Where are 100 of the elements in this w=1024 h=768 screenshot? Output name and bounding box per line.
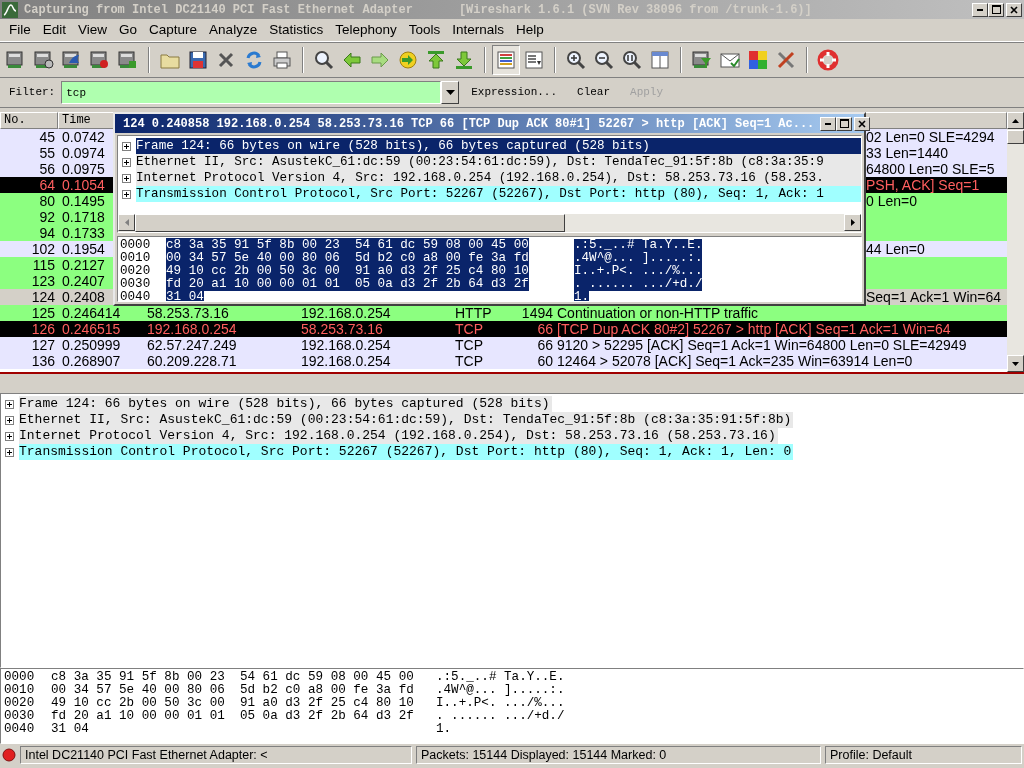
scrollbar-thumb[interactable] [1007,130,1024,144]
scroll-up-button[interactable] [1007,112,1024,129]
table-cell: 0.2407 [62,273,105,289]
tree-item[interactable]: Transmission Control Protocol, Src Port: 52267 (52267), Dst Port: http (80), Seq: 1, Ack: 1, Len: 0 [19,444,794,460]
tree-item[interactable]: Frame 124: 66 bytes on wire (528 bits), 66 bytes captured (528 bits) [136,138,861,154]
packet-row[interactable]: 136 0.268907 60.209.228.71 192.168.0.254 TCP 60 12464 > 52078 [ACK] Seq=1 Ack=235 Win=63914 Len=0 [0,353,1007,369]
table-cell: TCP [455,353,483,369]
tree-item[interactable]: Internet Protocol Version 4, Src: 192.168.0.254 (192.168.0.254), Dst: 58.253.73.16 (58.253.73.16) [19,428,778,444]
byte-offset: 0040 [120,290,151,301]
table-cell: TCP [455,337,483,353]
tree-item[interactable]: Internet Protocol Version 4, Src: 192.168.0.254 (192.168.0.254), Dst: 58.253.73.16 (58.253. [136,170,861,186]
close-button[interactable] [854,116,871,131]
status-dot-icon[interactable] [2,748,16,762]
ascii-text: .4W^@... ].....:. [574,252,703,265]
byte-offset: 0020 [4,696,35,710]
ascii-text: 1. [436,723,452,736]
maximize-button[interactable] [988,2,1004,17]
table-cell: 0.1718 [62,209,105,225]
table-cell: 0.2408 [62,289,105,305]
menu-item[interactable]: Telephony [329,19,403,41]
table-cell: 115 [32,257,55,273]
table-cell: 0.1495 [62,193,105,209]
table-cell: 58.253.73.16 [147,305,229,321]
expand-icon[interactable] [5,431,14,441]
expand-icon[interactable] [122,173,131,183]
menu-item[interactable]: Go [113,19,144,41]
status-text: Profile: Default [825,746,1022,764]
expand-icon[interactable] [5,399,14,409]
menu-item[interactable]: Help [510,19,550,41]
expand-icon[interactable] [122,157,131,167]
tree-item[interactable]: Ethernet II, Src: AsustekC_61:dc:59 (00:23:54:61:dc:59), Dst: TendaTec_91:5f:8b (c8:3a:35:91:5f:8b) [19,412,794,428]
clear-button[interactable]: Clear [569,82,619,103]
table-cell: 0.1954 [62,241,105,257]
table-cell: 0.1054 [62,177,105,193]
status-text: Packets: 15144 Displayed: 15144 Marked: 0 [416,746,821,764]
ascii-text: I..+.P<. .../%... [574,265,703,278]
table-cell: 66 [537,337,553,353]
expression-button[interactable]: Expression... [463,82,566,103]
table-cell: 12464 > 52078 [ACK] Seq=1 Ack=235 Win=63914 Len=0 [557,353,913,369]
scrollbar-thumb[interactable] [135,214,565,232]
filter-field[interactable]: tcp [61,81,442,104]
close-icon [1010,5,1018,14]
maximize-button[interactable] [836,116,853,131]
table-cell: 64 [39,177,55,193]
status-text: Intel DC21140 PCI Fast Ethernet Adapter: < [20,746,412,764]
byte-offset: 0010 [120,251,151,265]
scroll-down-button[interactable] [1007,355,1024,372]
menu-item[interactable]: Internals [446,19,510,41]
table-cell: 136 [31,353,55,369]
table-cell: 126 [31,321,55,337]
hex-bytes: 00 34 57 5e 40 00 80 06 5d b2 c0 a8 00 fe 3a fd [166,251,529,265]
minimize-button[interactable] [972,2,988,17]
table-cell: PSH, ACK] Seq=1 [866,177,980,193]
close-button[interactable] [1006,2,1022,17]
packet-row[interactable]: 125 0.246414 58.253.73.16 192.168.0.254 HTTP 1494 Continuation or non-HTTP traffic [0,305,1007,321]
table-cell: Continuation or non-HTTP traffic [557,305,759,321]
table-cell: 60 [537,353,553,369]
menu-item[interactable]: Statistics [263,19,330,41]
expand-icon[interactable] [122,141,131,151]
table-cell: 0.250999 [62,337,121,353]
window-title: 124 0.240858 192.168.0.254 58.253.73.16 TCP 66 [TCP Dup ACK 80#1] 52267 > http [ACK] Seq=1 Ac... [123,115,815,133]
scroll-right-button[interactable] [844,214,861,231]
tree-item[interactable]: Frame 124: 66 bytes on wire (528 bits), 66 bytes captured (528 bits) [19,396,552,412]
table-cell: 125 [31,305,55,321]
menu-item[interactable]: Tools [402,19,447,41]
minimize-icon [825,122,832,125]
menu-item[interactable]: File [3,19,37,41]
color-list-icon[interactable] [492,45,520,75]
table-cell: 0.0975 [62,161,105,177]
table-cell: 123 [31,273,55,289]
maximize-icon [839,119,849,128]
table-cell: 0.0742 [62,129,105,145]
window-title: Capturing from Intel DC21140 PCI Fast Ethernet Adapter [24,1,413,19]
table-cell: 02 Len=0 SLE=4294 [866,129,995,145]
ascii-text: I..+.P<. .../%... [436,697,565,710]
expand-icon[interactable] [5,447,14,457]
menu-item[interactable]: View [72,19,114,41]
table-cell: 0.0974 [62,145,105,161]
expand-icon[interactable] [122,189,131,199]
scroll-left-button[interactable] [118,214,135,231]
down-arrow-icon [1012,361,1019,366]
table-cell: [TCP Dup ACK 80#2] 52267 > http [ACK] Seq=1 Ack=1 Win=64 [557,321,951,337]
tree-item[interactable]: Transmission Control Protocol, Src Port: 52267 (52267), Dst Port: http (80), Seq: 1, Ack: 1 [136,186,861,202]
menu-item[interactable]: Capture [143,19,204,41]
table-cell: 127 [31,337,55,353]
up-arrow-icon [1012,118,1019,123]
packet-row[interactable]: 127 0.250999 62.57.247.249 192.168.0.254 TCP 66 9120 > 52295 [ACK] Seq=1 Ack=1 Win=64800 Len=0 SLE=42949 [0,337,1007,353]
dropdown-button[interactable] [441,81,460,104]
menu-item[interactable]: Analyze [203,19,264,41]
menu-item[interactable]: Edit [36,19,73,41]
byte-offset: 0040 [4,722,35,736]
table-cell: 124 [31,289,55,305]
column-header[interactable]: No. [0,112,58,129]
packet-row[interactable]: 126 0.246515 192.168.0.254 58.253.73.16 TCP 66 [TCP Dup ACK 80#2] 52267 > http [ACK] Seq=1 Ack=1 Win=64 [0,321,1007,337]
hex-bytes: 31 04 [166,290,204,301]
hex-bytes: fd 20 a1 10 00 00 01 01 05 0a d3 2f 2b 64 d3 2f [51,709,414,723]
expand-icon[interactable] [5,415,14,425]
tree-item[interactable]: Ethernet II, Src: AsustekC_61:dc:59 (00:23:54:61:dc:59), Dst: TendaTec_91:5f:8b (c8:3a:35:9 [136,154,861,170]
app-logo-icon [2,1,18,18]
minimize-button[interactable] [820,116,837,131]
